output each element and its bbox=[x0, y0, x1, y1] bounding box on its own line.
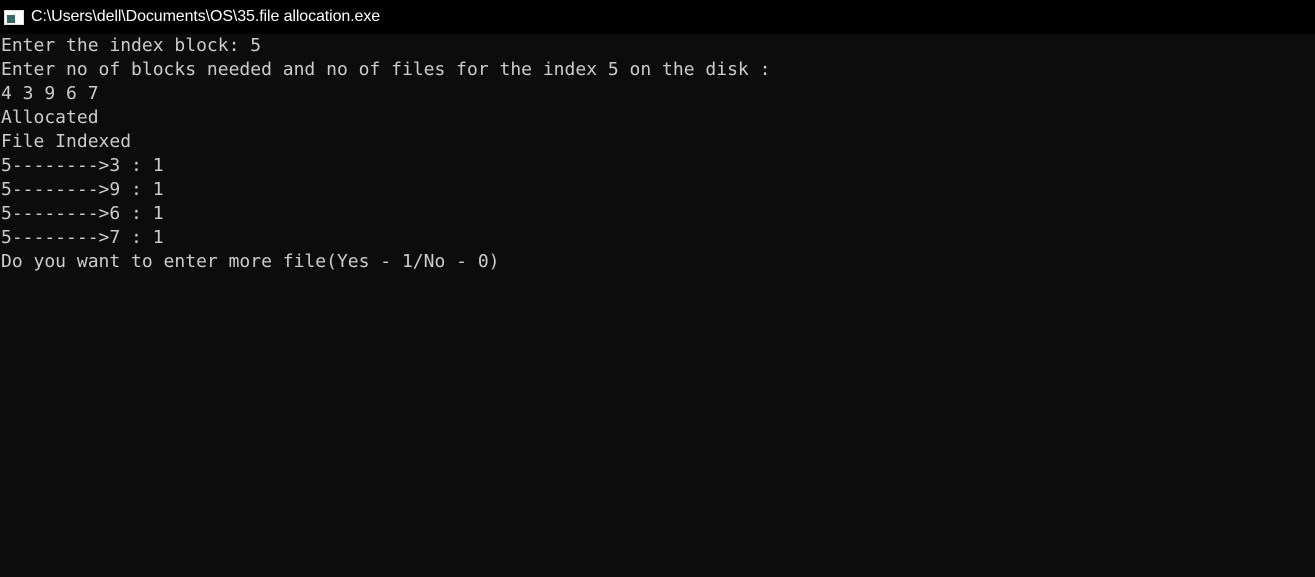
console-window-icon[interactable] bbox=[4, 9, 24, 25]
window-title: C:\Users\dell\Documents\OS\35.file alloc… bbox=[31, 8, 381, 25]
console-line: Allocated bbox=[1, 107, 99, 128]
title-bar[interactable]: C:\Users\dell\Documents\OS\35.file alloc… bbox=[0, 0, 1315, 34]
console-prompt-line: Do you want to enter more file(Yes - 1/N… bbox=[1, 251, 500, 272]
console-line: File Indexed bbox=[1, 131, 132, 152]
console-line: 5-------->7 : 1 bbox=[1, 227, 164, 248]
console-window: C:\Users\dell\Documents\OS\35.file alloc… bbox=[0, 0, 1315, 577]
console-line: 5-------->3 : 1 bbox=[1, 155, 164, 176]
console-output[interactable]: Enter the index block: 5 Enter no of blo… bbox=[1, 34, 1315, 577]
console-line: 5-------->6 : 1 bbox=[1, 203, 164, 224]
console-line: Enter the index block: 5 bbox=[1, 35, 262, 56]
console-line: Enter no of blocks needed and no of file… bbox=[1, 59, 771, 80]
console-line: 4 3 9 6 7 bbox=[1, 83, 99, 104]
console-line: 5-------->9 : 1 bbox=[1, 179, 164, 200]
